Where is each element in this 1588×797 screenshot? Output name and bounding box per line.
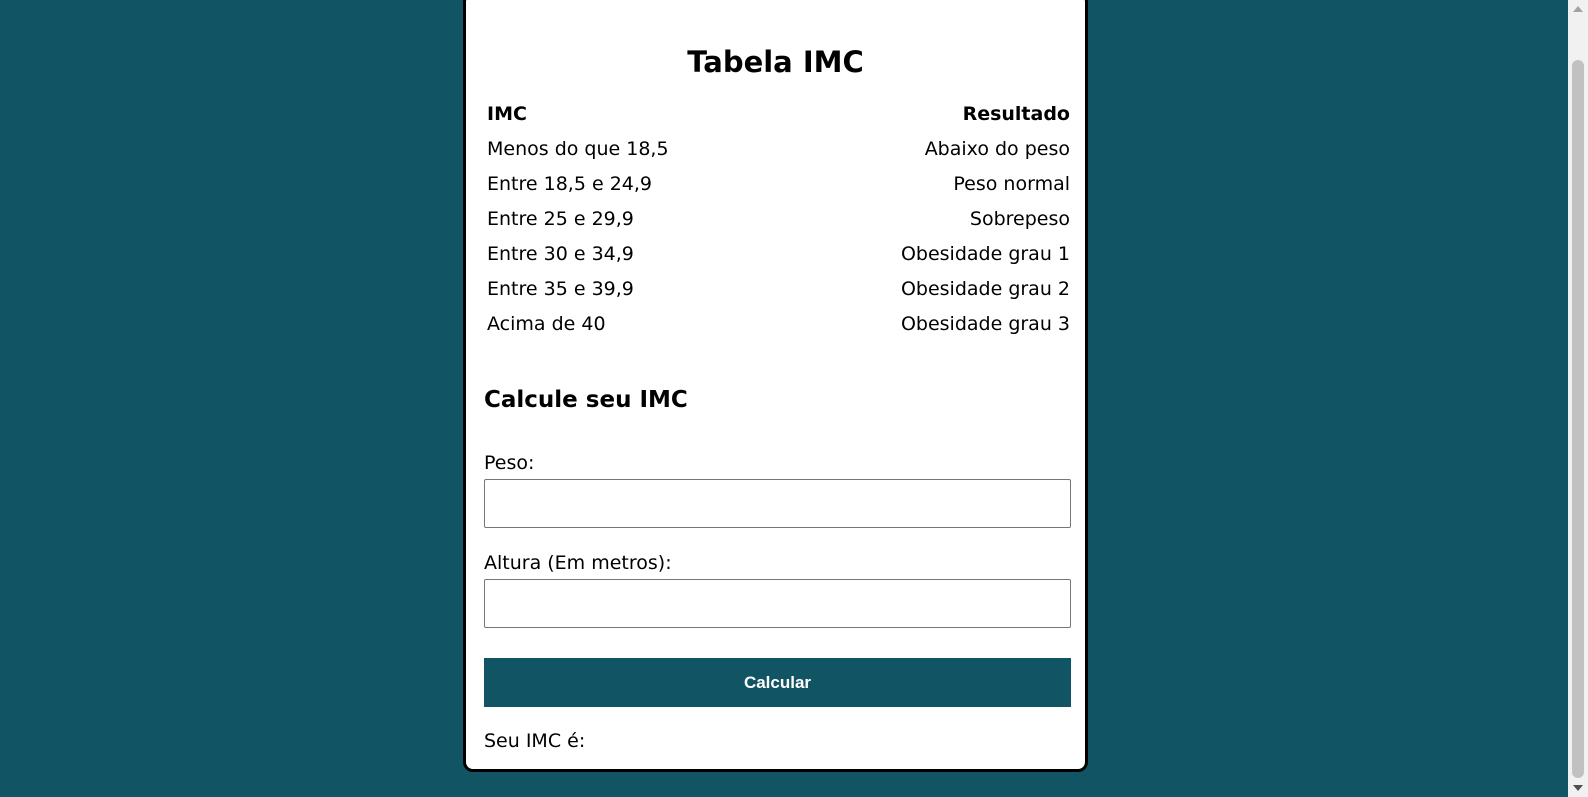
table-row: Entre 25 e 29,9 Sobrepeso <box>487 208 1070 243</box>
table-cell-imc: Entre 25 e 29,9 <box>487 208 634 230</box>
table-cell-resultado: Obesidade grau 3 <box>900 313 1070 335</box>
table-row: Entre 30 e 34,9 Obesidade grau 1 <box>487 243 1070 278</box>
scrollbar-thumb[interactable] <box>1572 60 1584 778</box>
imc-table: IMC Resultado Menos do que 18,5 Abaixo d… <box>487 103 1070 348</box>
calculator-title: Calcule seu IMC <box>484 387 688 413</box>
table-header-row: IMC Resultado <box>487 103 1070 138</box>
table-cell-resultado: Obesidade grau 1 <box>900 243 1070 265</box>
imc-card: Tabela IMC IMC Resultado Menos do que 18… <box>463 0 1088 772</box>
altura-input[interactable] <box>484 579 1071 628</box>
altura-label: Altura (Em metros): <box>484 552 672 574</box>
table-row: Acima de 40 Obesidade grau 3 <box>487 313 1070 348</box>
vertical-scrollbar[interactable] <box>1568 0 1588 797</box>
table-cell-imc: Entre 30 e 34,9 <box>487 243 634 265</box>
scroll-down-icon[interactable] <box>1573 785 1583 791</box>
table-cell-resultado: Abaixo do peso <box>924 138 1070 160</box>
table-cell-resultado: Obesidade grau 2 <box>900 278 1070 300</box>
table-cell-imc: Entre 18,5 e 24,9 <box>487 173 652 195</box>
table-row: Entre 35 e 39,9 Obesidade grau 2 <box>487 278 1070 313</box>
table-row: Menos do que 18,5 Abaixo do peso <box>487 138 1070 173</box>
scroll-up-icon[interactable] <box>1573 6 1583 12</box>
table-cell-resultado: Peso normal <box>953 173 1070 195</box>
table-row: Entre 18,5 e 24,9 Peso normal <box>487 173 1070 208</box>
table-cell-imc: Menos do que 18,5 <box>487 138 669 160</box>
table-cell-imc: Acima de 40 <box>487 313 606 335</box>
table-header-resultado: Resultado <box>962 103 1070 125</box>
peso-label: Peso: <box>484 452 535 474</box>
table-cell-imc: Entre 35 e 39,9 <box>487 278 634 300</box>
page-title: Tabela IMC <box>687 45 864 79</box>
table-cell-resultado: Sobrepeso <box>969 208 1070 230</box>
table-header-imc: IMC <box>487 103 527 125</box>
result-text: Seu IMC é: <box>484 730 586 752</box>
calcular-button[interactable]: Calcular <box>484 658 1071 707</box>
peso-input[interactable] <box>484 479 1071 528</box>
